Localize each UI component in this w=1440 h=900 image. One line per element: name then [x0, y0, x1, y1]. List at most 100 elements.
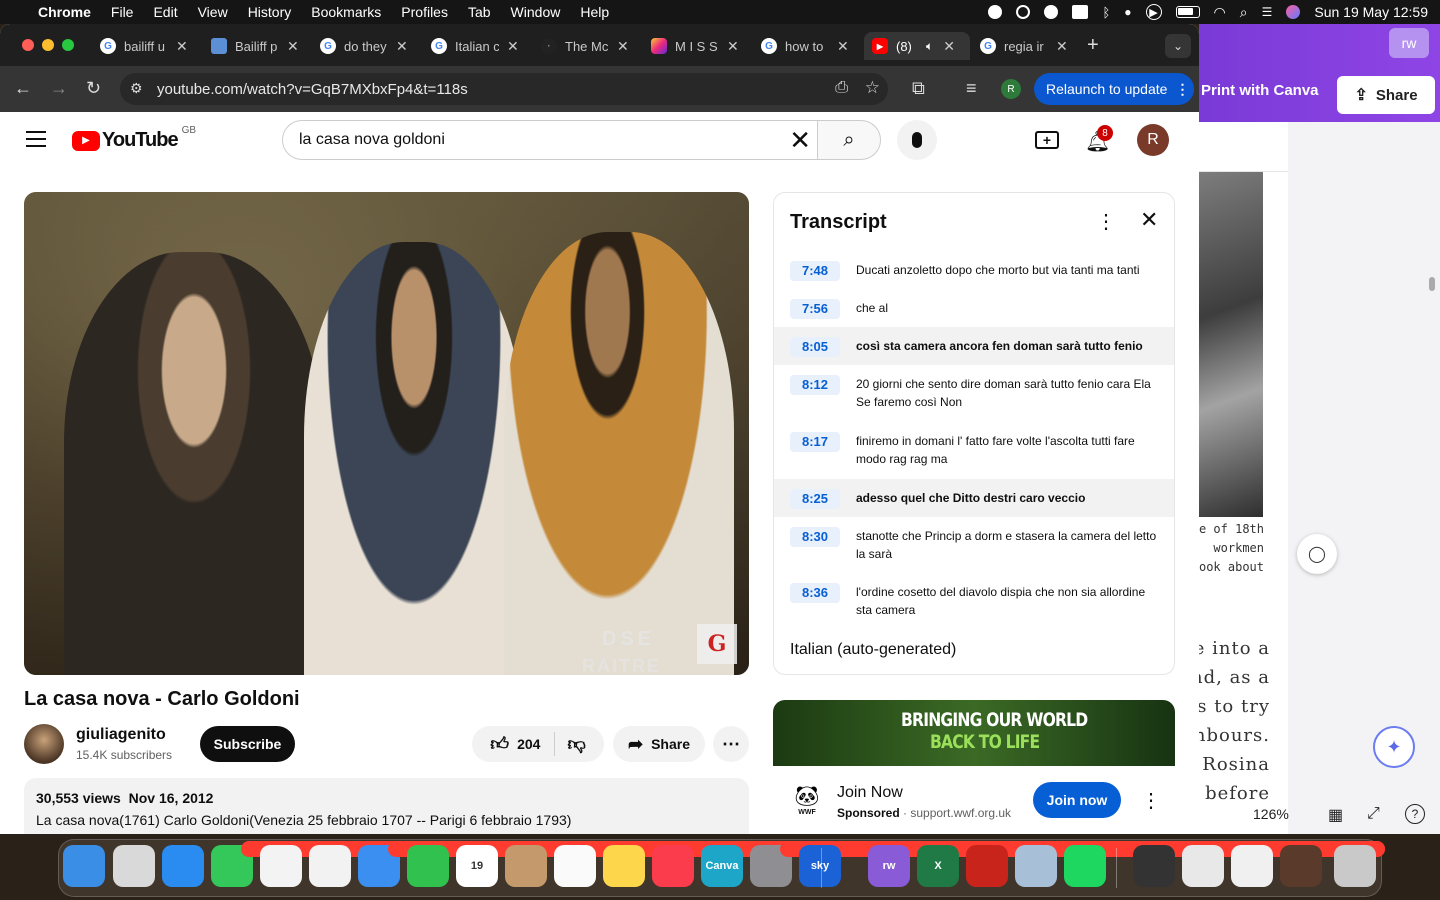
sponsored-ad[interactable]: BRINGING OUR WORLD BACK TO LIFE 🐼︎ WWF J… — [773, 700, 1175, 834]
tab-item[interactable]: G regia ir ✕ — [980, 32, 1080, 60]
tab-item-active[interactable]: ▶ (8) 🔈︎ ✕ — [864, 32, 970, 60]
close-tab-icon[interactable]: ✕ — [1056, 38, 1068, 55]
dock-excel-icon[interactable]: X — [917, 845, 959, 887]
grid-view-icon[interactable]: ▦ — [1328, 805, 1343, 825]
youtube-logo[interactable]: ▶ YouTube GB — [72, 125, 196, 152]
menu-tab[interactable]: Tab — [468, 4, 491, 20]
tab-item[interactable]: G Italian c ✕ — [431, 32, 531, 60]
tab-item[interactable]: G bailiff u ✕ — [100, 32, 200, 60]
channel-name[interactable]: giuliagenito — [76, 726, 166, 744]
dock-trash-icon[interactable] — [1334, 845, 1376, 887]
account-avatar[interactable]: R — [1137, 124, 1169, 156]
minimize-window-button[interactable] — [42, 39, 54, 51]
ad-more-icon[interactable]: ⋮ — [1141, 788, 1161, 813]
clear-search-icon[interactable]: ✕ — [789, 125, 811, 156]
dock-launchpad-icon[interactable] — [113, 845, 155, 887]
menu-help[interactable]: Help — [580, 4, 609, 20]
dock-recent-1-icon[interactable] — [1133, 845, 1175, 887]
reload-icon[interactable]: ↻ — [86, 78, 101, 99]
play-icon[interactable]: ▶ — [1145, 4, 1162, 20]
menu-bookmarks[interactable]: Bookmarks — [311, 4, 381, 20]
dislike-button[interactable]: 👎︎ — [555, 733, 585, 755]
add-comment-button[interactable]: ◯ — [1297, 534, 1337, 574]
transcript-segment[interactable]: 7:48 Ducati anzoletto dopo che morto but… — [774, 261, 1174, 299]
menu-history[interactable]: History — [248, 4, 292, 20]
voice-search-button[interactable] — [897, 120, 937, 160]
close-tab-icon[interactable]: ✕ — [396, 38, 408, 55]
speaker-icon[interactable]: 🔈︎ — [926, 39, 933, 54]
wifi-icon[interactable]: ◠ — [1214, 4, 1226, 21]
spotlight-icon[interactable]: ⌕ — [1240, 4, 1248, 21]
menu-clock[interactable]: Sun 19 May 12:59 — [1314, 4, 1428, 20]
dock-preview-icon[interactable] — [1015, 845, 1057, 887]
control-center-icon[interactable]: ☰ — [1262, 5, 1273, 19]
siri-icon[interactable] — [1286, 5, 1301, 19]
close-tab-icon[interactable]: ✕ — [943, 38, 955, 55]
channel-avatar[interactable] — [24, 724, 64, 764]
channel-watermark[interactable]: G — [697, 624, 737, 664]
search-input[interactable]: la casa nova goldoni ✕ — [282, 120, 818, 160]
dock-music-icon[interactable] — [652, 845, 694, 887]
print-with-canva-button[interactable]: Print with Canva — [1201, 82, 1319, 99]
transcript-segment-active[interactable]: 8:05 così sta camera ancora fen doman sa… — [774, 327, 1174, 365]
tab-item[interactable]: M I S S ✕ — [651, 32, 751, 60]
dock-sky-icon[interactable]: sky — [799, 845, 841, 887]
dock-rw-icon[interactable]: rw — [868, 845, 910, 887]
tab-item[interactable]: G do they ✕ — [320, 32, 420, 60]
hamburger-menu-icon[interactable] — [26, 131, 46, 147]
bluetooth-icon[interactable]: ᛒ — [1102, 5, 1110, 20]
menu-file[interactable]: File — [111, 4, 134, 20]
close-window-button[interactable] — [22, 39, 34, 51]
close-tab-icon[interactable]: ✕ — [507, 38, 519, 55]
dock-spotify-icon[interactable] — [1064, 845, 1106, 887]
transcript-language-selector[interactable]: Italian (auto-generated) — [790, 641, 956, 659]
bookmark-star-icon[interactable]: ☆ — [865, 78, 880, 98]
scrollbar-thumb[interactable] — [1429, 277, 1435, 291]
dock-calendar-icon[interactable]: 19 — [456, 845, 498, 887]
menu-window[interactable]: Window — [511, 4, 561, 20]
description-box[interactable]: 30,553 views Nov 16, 2012 La casa nova(1… — [24, 778, 749, 834]
like-button[interactable]: 👍︎ 204 — [490, 732, 556, 756]
close-tab-icon[interactable]: ✕ — [727, 38, 739, 55]
transcript-segment-active[interactable]: 8:25 adesso quel che Ditto destri caro v… — [774, 479, 1174, 517]
create-video-icon[interactable]: + — [1035, 131, 1059, 149]
user-icon[interactable]: ● — [1124, 5, 1131, 19]
transcript-more-icon[interactable]: ⋮ — [1096, 209, 1116, 234]
join-now-button[interactable]: Join now — [1033, 782, 1121, 818]
close-transcript-icon[interactable]: ✕ — [1140, 207, 1158, 233]
dock-reminders-icon[interactable] — [554, 845, 596, 887]
tab-item[interactable]: · The Mc ✕ — [541, 32, 641, 60]
transcript-segment[interactable]: 8:30 stanotte che Princip a dorm e stase… — [774, 527, 1174, 583]
help-icon[interactable]: ? — [1405, 804, 1425, 824]
battery-icon[interactable] — [1175, 6, 1200, 18]
subscribe-button[interactable]: Subscribe — [200, 726, 295, 762]
dock-safari-icon[interactable] — [162, 845, 204, 887]
install-app-icon[interactable]: ⎙ — [835, 79, 848, 97]
dock-acrobat-icon[interactable] — [966, 845, 1008, 887]
compass-icon[interactable] — [1044, 5, 1059, 19]
close-tab-icon[interactable]: ✕ — [176, 38, 188, 55]
tab-item[interactable]: G how to ✕ — [761, 32, 861, 60]
fullscreen-icon[interactable]: ⤢ — [1367, 805, 1380, 823]
video-player[interactable]: DSE RAITRE G — [24, 192, 749, 675]
address-bar[interactable]: ⚙︎ youtube.com/watch?v=GqB7MXbxFp4&t=118… — [120, 73, 888, 105]
site-settings-icon[interactable]: ⚙︎ — [130, 80, 143, 97]
grammarly-icon[interactable] — [988, 5, 1003, 19]
notes-menu-icon[interactable] — [1072, 5, 1089, 19]
profile-avatar[interactable]: R — [1001, 79, 1021, 99]
menu-app-name[interactable]: Chrome — [38, 4, 91, 20]
new-tab-button[interactable]: + — [1087, 34, 1099, 57]
dock-canva-icon[interactable]: Canva — [701, 845, 743, 887]
close-tab-icon[interactable]: ✕ — [617, 38, 629, 55]
dock-chrome-icon[interactable] — [309, 845, 351, 887]
share-button[interactable]: ➦ Share — [613, 726, 705, 762]
relaunch-button[interactable]: Relaunch to update ⋮ — [1034, 73, 1194, 105]
reading-list-icon[interactable]: ≡ — [966, 78, 977, 99]
extensions-icon[interactable]: ⧉ — [912, 78, 925, 99]
dock-finder-icon[interactable] — [63, 845, 105, 887]
transcript-segment[interactable]: 8:36 l'ordine cosetto del diavolo dispia… — [774, 583, 1174, 639]
dock-notes-icon[interactable] — [603, 845, 645, 887]
close-tab-icon[interactable]: ✕ — [837, 38, 849, 55]
more-actions-button[interactable]: ⋯ — [713, 726, 749, 762]
notifications-bell-icon[interactable]: 🔔︎ 8 — [1085, 125, 1113, 154]
